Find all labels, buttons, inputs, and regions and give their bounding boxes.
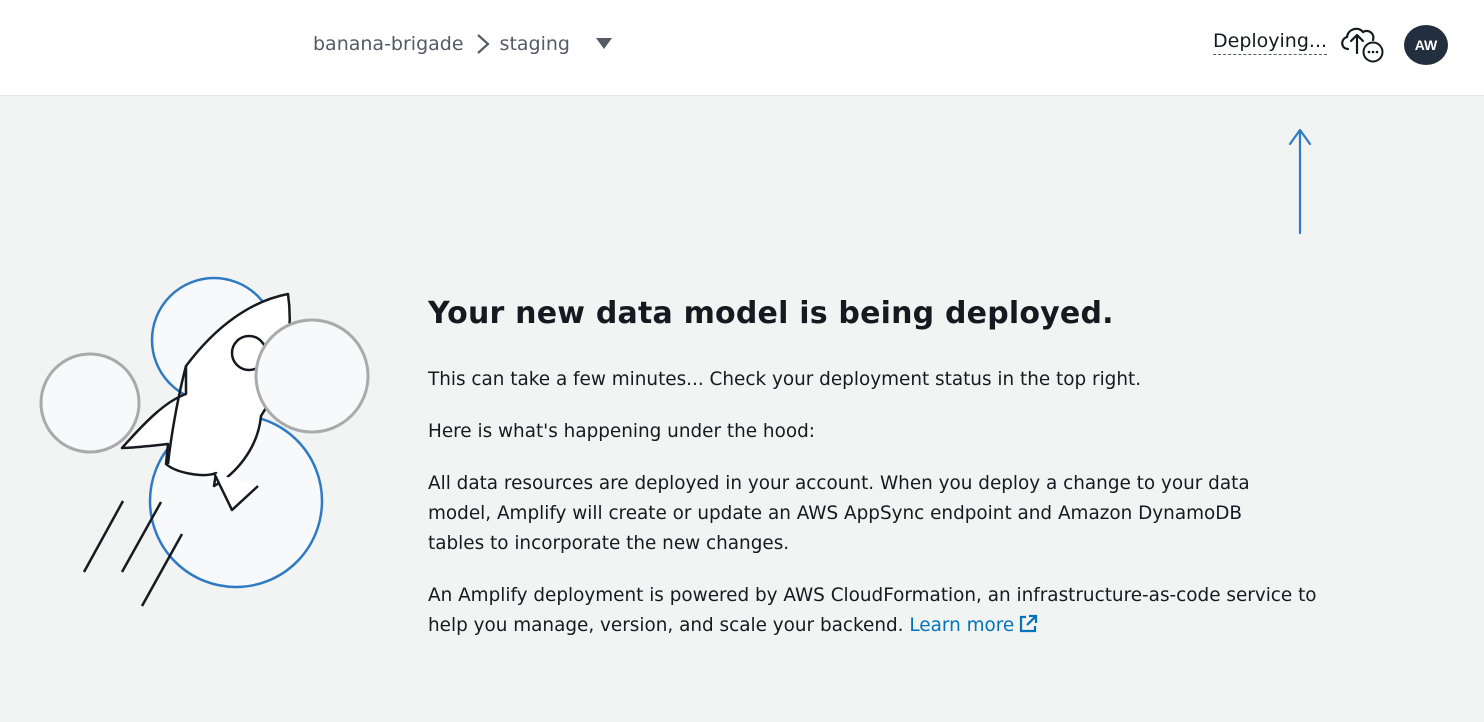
cloudformation-text-body: An Amplify deployment is powered by AWS … — [428, 585, 1317, 636]
breadcrumb-env-name[interactable]: staging — [500, 33, 570, 55]
cloud-upload-icon[interactable] — [1338, 25, 1388, 71]
breadcrumb-app-name[interactable]: banana-brigade — [313, 33, 464, 55]
resources-text: All data resources are deployed in your … — [428, 473, 1250, 554]
under-hood-text: Here is what's happening under the hood: — [428, 421, 815, 442]
caret-down-icon[interactable] — [595, 38, 612, 50]
page-title: Your new data model is being deployed. — [428, 296, 1114, 331]
deploy-status-link[interactable]: Deploying... — [1213, 30, 1328, 55]
rocket-illustration — [36, 276, 376, 620]
learn-more-label: Learn more — [909, 615, 1015, 636]
arrow-up-icon — [1288, 126, 1312, 240]
breadcrumb: banana-brigade staging — [313, 30, 612, 58]
external-link-icon — [1018, 614, 1038, 644]
learn-more-link[interactable]: Learn more — [909, 614, 1038, 636]
chevron-right-icon — [476, 33, 490, 55]
intro-text: This can take a few minutes... Check you… — [428, 369, 1142, 390]
cloudformation-text: An Amplify deployment is powered by AWS … — [428, 581, 1348, 644]
deploy-status-area: Deploying... AW — [1184, 25, 1484, 65]
top-bar: banana-brigade staging Deploying... AW — [0, 0, 1484, 96]
deployment-info: Your new data model is being deployed. T… — [428, 296, 1348, 666]
user-avatar[interactable]: AW — [1404, 25, 1448, 65]
